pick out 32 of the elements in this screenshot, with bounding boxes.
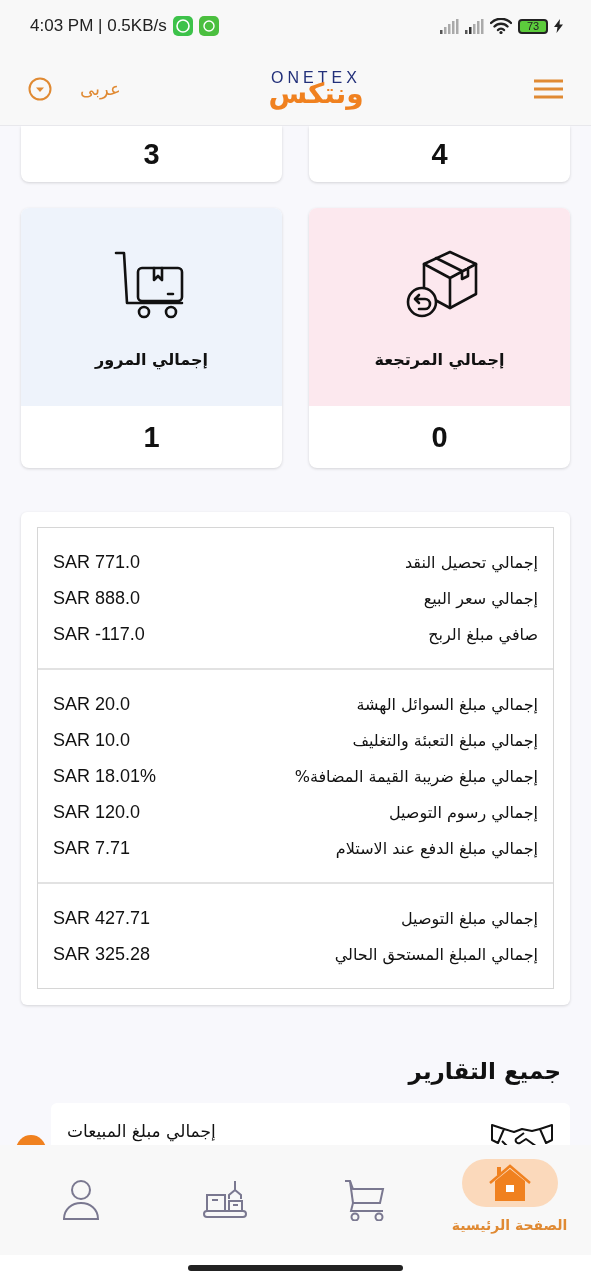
- summary-label: إجمالي رسوم التوصيل: [388, 802, 538, 822]
- summary-value: SAR 888.0: [53, 587, 141, 609]
- summary-label: إجمالي مبلغ الدفع عند الاستلام: [335, 838, 538, 858]
- summary-value: SAR 20.0: [53, 693, 131, 715]
- report-card[interactable]: إجمالي مبلغ المبيعات: [51, 1103, 570, 1145]
- stat-value: 4: [431, 137, 448, 171]
- stat-label: إجمالي المرور: [95, 350, 208, 369]
- summary-value: SAR 18.01%: [53, 765, 157, 787]
- summary-value: SAR 120.0: [53, 801, 141, 823]
- summary-label: إجمالي مبلغ السوائل الهشة: [356, 694, 538, 714]
- summary-value: SAR 7.71: [53, 837, 131, 859]
- section-title: جميع التقارير: [408, 1057, 561, 1087]
- summary-label: إجمالي تحصيل النقد: [404, 552, 538, 572]
- stat-value: 3: [143, 137, 160, 171]
- summary-value: SAR 427.71: [53, 907, 151, 929]
- summary-label: إجمالي المبلغ المستحق الحالي: [334, 944, 538, 964]
- summary-label: إجمالي مبلغ ضريبة القيمة المضافة%: [294, 766, 538, 786]
- stat-value: 1: [143, 420, 160, 454]
- summary-label: إجمالي مبلغ التعبئة والتغليف: [352, 730, 538, 750]
- stat-label: إجمالي المرتجعة: [374, 350, 505, 369]
- stat-value: 0: [431, 420, 448, 454]
- status-time: 4:03 PM | 0.5KB/s: [30, 16, 167, 36]
- summary-value: SAR 771.0: [53, 551, 141, 573]
- summary-value: SAR -117.0: [53, 623, 145, 645]
- battery-indicator: 73: [518, 18, 548, 34]
- summary-label: إجمالي مبلغ التوصيل: [401, 908, 538, 928]
- summary-value: SAR 10.0: [53, 729, 131, 751]
- summary-value: SAR 325.28: [53, 943, 151, 965]
- report-label: إجمالي مبلغ المبيعات: [67, 1121, 216, 1141]
- summary-label: إجمالي سعر البيع: [423, 588, 538, 608]
- language-label[interactable]: عربى: [80, 78, 121, 99]
- summary-label: صافي مبلغ الربح: [428, 624, 538, 644]
